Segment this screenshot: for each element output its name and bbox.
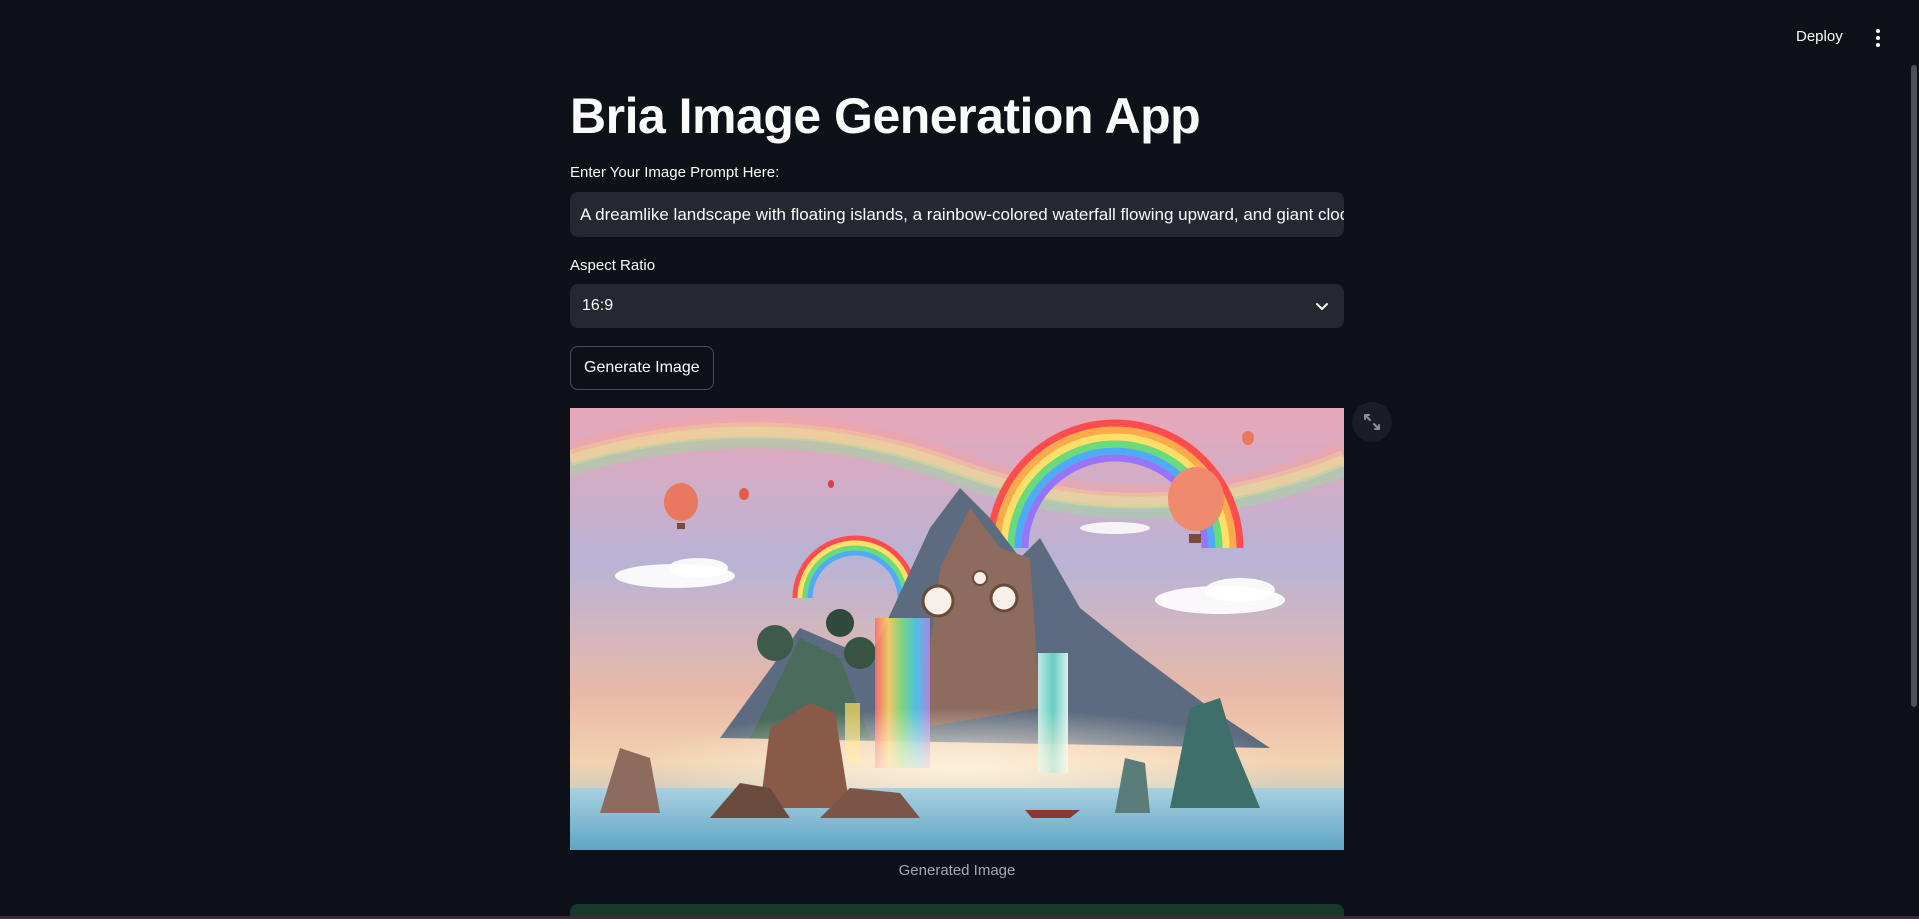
expand-icon[interactable]	[1352, 402, 1392, 442]
deploy-button[interactable]: Deploy	[1790, 24, 1849, 49]
prompt-input[interactable]: A dreamlike landscape with floating isla…	[570, 192, 1344, 237]
generated-image-art	[570, 408, 1344, 850]
vertical-scrollbar[interactable]	[1911, 65, 1917, 707]
kebab-menu-icon[interactable]	[1869, 26, 1887, 50]
chevron-down-icon	[1316, 303, 1328, 310]
aspect-ratio-label: Aspect Ratio	[570, 257, 656, 274]
aspect-ratio-value: 16:9	[582, 297, 614, 314]
image-caption: Generated Image	[898, 862, 1016, 879]
generate-image-button[interactable]: Generate Image	[570, 346, 714, 390]
generated-image	[570, 408, 1344, 850]
page-title: Bria Image Generation App	[570, 88, 1201, 144]
aspect-ratio-select[interactable]: 16:9	[570, 284, 1344, 328]
prompt-label: Enter Your Image Prompt Here:	[570, 164, 780, 181]
app-root: Deploy Bria Image Generation App Enter Y…	[0, 0, 1919, 919]
